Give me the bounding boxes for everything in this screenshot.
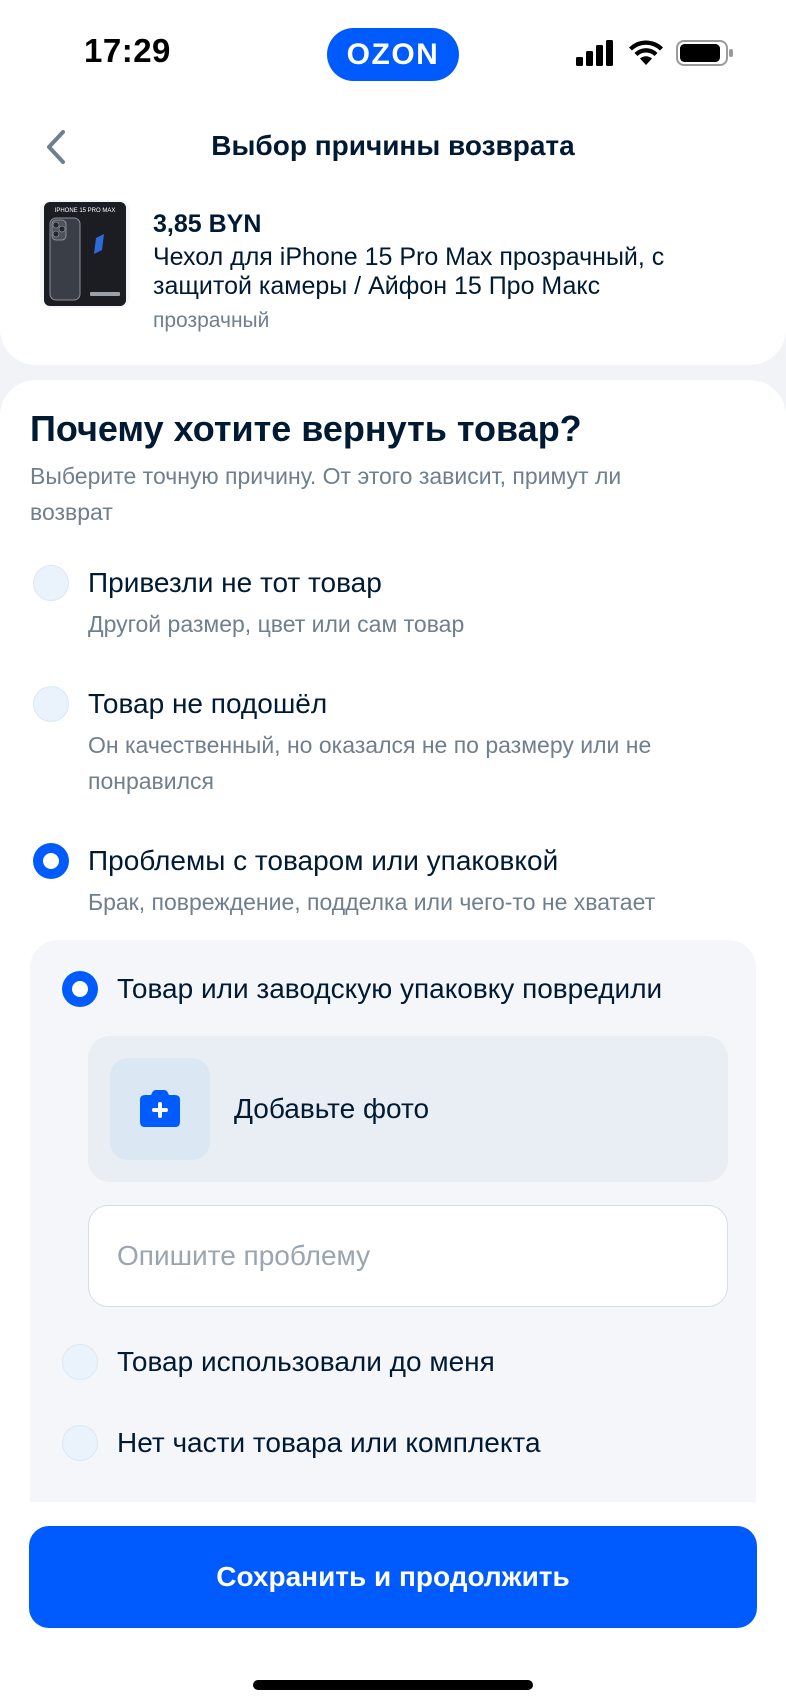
status-time: 17:29 [84, 32, 171, 69]
reason-label-not-fit[interactable]: Товар не подошёл [88, 688, 327, 720]
status-bar: 17:29 OZON [0, 0, 786, 110]
product-price: 3,85 BYN [153, 210, 262, 238]
svg-text:IPHONE 15 PRO MAX: IPHONE 15 PRO MAX [55, 208, 116, 214]
subreason-radio-missing-part[interactable] [62, 1425, 98, 1461]
reason-sub-product-problem: Брак, повреждение, подделка или чего-то … [88, 889, 656, 915]
subreason-radio-used[interactable] [62, 1344, 98, 1380]
reason-sub-not-fit: Он качественный, но оказался не по разме… [88, 732, 652, 794]
wifi-icon [629, 40, 663, 65]
product-image: IPHONE 15 PRO MAX [40, 200, 130, 308]
subreason-label-missing-part[interactable]: Нет части товара или комплекта [117, 1427, 541, 1459]
subreason-label-damaged[interactable]: Товар или заводскую упаковку повредили [117, 973, 662, 1005]
home-indicator[interactable] [253, 1680, 533, 1690]
reason-sub-wrong-item: Другой размер, цвет или сам товар [88, 611, 465, 637]
product-name[interactable]: Чехол для iPhone 15 Pro Max прозрачный, … [153, 243, 753, 301]
subreason-radio-damaged[interactable] [62, 971, 98, 1007]
battery-icon [676, 40, 733, 66]
save-continue-button[interactable]: Сохранить и продолжить [29, 1526, 757, 1628]
add-photo-label[interactable]: Добавьте фото [234, 1093, 429, 1125]
describe-problem-input[interactable] [88, 1205, 728, 1307]
reason-radio-wrong-item[interactable] [33, 565, 69, 601]
section-title: Почему хотите вернуть товар? [30, 408, 582, 449]
reason-radio-not-fit[interactable] [33, 686, 69, 722]
subreason-label-used[interactable]: Товар использовали до меня [117, 1346, 495, 1378]
product-variant: прозрачный [153, 309, 270, 332]
add-photo-icon-box[interactable] [110, 1058, 210, 1160]
camera-plus-icon [140, 1090, 180, 1127]
section-description: Выберите точную причину. От этого зависи… [30, 463, 622, 525]
reason-label-wrong-item[interactable]: Привезли не тот товар [88, 567, 382, 599]
cellular-signal-icon [576, 40, 613, 66]
reason-radio-product-problem[interactable] [33, 843, 69, 879]
ozon-logo: OZON [327, 28, 459, 81]
status-icons [576, 36, 734, 70]
reason-label-product-problem[interactable]: Проблемы с товаром или упаковкой [88, 845, 558, 877]
page-title: Выбор причины возврата [211, 130, 575, 161]
